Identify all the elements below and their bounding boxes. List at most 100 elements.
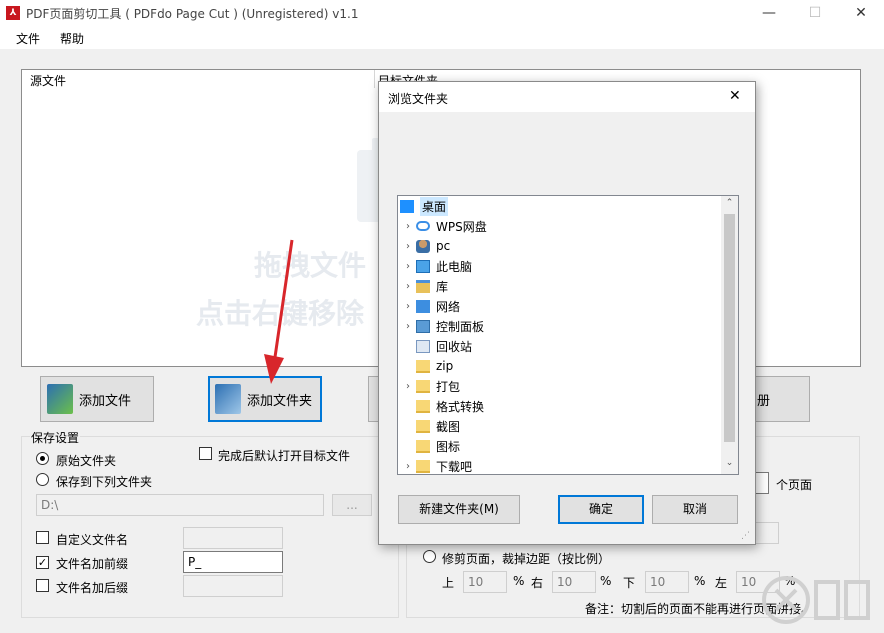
scroll-thumb[interactable] [724, 214, 735, 442]
resize-grip-icon[interactable]: ⋰ [741, 531, 750, 541]
tree-item[interactable]: › 此电脑 [398, 256, 720, 276]
network-icon [416, 299, 430, 313]
dialog-title-bar: 浏览文件夹 ✕ [379, 82, 755, 112]
site-logo-watermark [762, 576, 870, 624]
folder-tree[interactable]: 桌面 › WPS网盘 › pc › 此电脑 › 库 › 网络 › 控制面板 回收站 zip › 打包 格式转换 截图… [397, 195, 739, 475]
pages-count-field[interactable] [755, 472, 769, 494]
expand-chevron-icon[interactable]: › [400, 261, 416, 272]
column-header-source[interactable]: 源文件 [30, 72, 66, 89]
tree-item[interactable]: 图标 [398, 436, 720, 456]
tree-item[interactable]: › WPS网盘 [398, 216, 720, 236]
pages-suffix-label: 个页面 [776, 478, 813, 492]
close-button[interactable]: ✕ [838, 0, 884, 27]
folder-icon [416, 439, 430, 453]
expand-chevron-icon[interactable]: › [400, 281, 416, 292]
prefix-field[interactable]: P_ [183, 551, 283, 573]
menu-file[interactable]: 文件 [16, 30, 40, 47]
tree-item-label: 库 [436, 279, 449, 294]
dialog-title: 浏览文件夹 [388, 92, 449, 106]
custom-name-checkbox[interactable] [36, 531, 49, 547]
tree-item[interactable]: 回收站 [398, 336, 720, 356]
tree-item-label: 格式转换 [436, 399, 485, 414]
suffix-label[interactable]: 文件名加后缀 [56, 579, 128, 596]
folder-icon [416, 419, 430, 433]
trim-margins-radio[interactable] [423, 550, 436, 566]
menu-help[interactable]: 帮助 [60, 30, 84, 47]
expand-chevron-icon[interactable]: › [400, 321, 416, 332]
prefix-checkbox[interactable]: ✓ [36, 555, 49, 569]
custom-name-label[interactable]: 自定义文件名 [56, 531, 128, 548]
cut-option-field[interactable] [755, 522, 779, 544]
save-settings-title: 保存设置 [30, 429, 81, 446]
app-pdf-icon: ⅄ [6, 6, 20, 20]
folder-icon [416, 459, 430, 473]
dialog-close-icon[interactable]: ✕ [729, 88, 741, 104]
suffix-checkbox[interactable] [36, 579, 49, 595]
expand-chevron-icon[interactable]: › [400, 221, 416, 232]
open-after-checkbox[interactable] [199, 447, 212, 463]
browse-button[interactable]: ... [332, 494, 372, 516]
add-file-button[interactable]: 添加文件 [40, 376, 154, 422]
scroll-down-icon[interactable]: ⌄ [721, 458, 738, 468]
tree-item[interactable]: 格式转换 [398, 396, 720, 416]
menu-bar: 文件 帮助 [0, 27, 884, 49]
tree-item-label: 控制面板 [436, 319, 485, 334]
expand-chevron-icon[interactable]: › [400, 241, 416, 252]
ok-button[interactable]: 确定 [558, 495, 644, 524]
computer-icon [416, 259, 430, 273]
tree-item[interactable]: › 控制面板 [398, 316, 720, 336]
column-divider[interactable] [374, 70, 375, 88]
library-icon [416, 279, 430, 293]
top-percent: % [513, 574, 525, 588]
desktop-icon [400, 199, 414, 213]
radio-save-to-folder-label[interactable]: 保存到下列文件夹 [56, 473, 152, 490]
tree-item-label: 下载吧 [436, 459, 473, 474]
tree-item[interactable]: › pc [398, 236, 720, 256]
radio-original-folder[interactable] [36, 452, 49, 468]
folder-icon [416, 379, 430, 393]
right-margin-field[interactable]: 10 [552, 571, 596, 593]
tree-item[interactable]: › 库 [398, 276, 720, 296]
tree-item[interactable]: 截图 [398, 416, 720, 436]
prefix-label[interactable]: 文件名加前缀 [56, 555, 128, 572]
open-after-label[interactable]: 完成后默认打开目标文件 [218, 447, 350, 464]
expand-chevron-icon[interactable]: › [400, 381, 416, 392]
new-folder-button[interactable]: 新建文件夹(M) [398, 495, 520, 524]
suffix-field[interactable] [183, 575, 283, 597]
bottom-margin-field[interactable]: 10 [645, 571, 689, 593]
top-margin-field[interactable]: 10 [463, 571, 507, 593]
add-file-icon [47, 384, 73, 414]
tree-item-label: 截图 [436, 419, 461, 434]
red-arrow-annotation [264, 239, 294, 384]
tree-scrollbar[interactable]: ⌃ ⌄ [721, 196, 738, 474]
tree-item[interactable]: 桌面 [398, 196, 720, 216]
expand-chevron-icon[interactable]: › [400, 461, 416, 472]
browse-folder-dialog: 浏览文件夹 ✕ 桌面 › WPS网盘 › pc › 此电脑 › 库 › 网络 › 控制面板 回收站 zip ›… [378, 81, 756, 545]
minimize-button[interactable]: — [746, 0, 792, 27]
tree-item-label: 桌面 [420, 196, 449, 216]
tree-item-label: WPS网盘 [436, 219, 487, 234]
trim-margins-label[interactable]: 修剪页面，裁掉边距（按比例） [442, 550, 610, 567]
custom-name-field[interactable] [183, 527, 283, 549]
radio-save-to-folder[interactable] [36, 473, 49, 489]
left-margin-label: 左 [715, 576, 728, 590]
tree-item[interactable]: › 网络 [398, 296, 720, 316]
title-bar: ⅄ PDF页面剪切工具 ( PDFdo Page Cut ) (Unregist… [0, 0, 884, 27]
scroll-up-icon[interactable]: ⌃ [721, 198, 738, 208]
maximize-button[interactable]: ☐ [792, 0, 838, 27]
register-button[interactable]: 册 [754, 376, 810, 422]
window-title: PDF页面剪切工具 ( PDFdo Page Cut ) (Unregister… [26, 7, 359, 21]
tree-item[interactable]: › 下载吧 [398, 456, 720, 476]
expand-chevron-icon[interactable]: › [400, 301, 416, 312]
tree-item[interactable]: › 打包 [398, 376, 720, 396]
right-percent: % [600, 574, 612, 588]
add-folder-label: 添加文件夹 [247, 393, 313, 409]
output-path-field[interactable]: D:\ [36, 494, 324, 516]
radio-original-folder-label[interactable]: 原始文件夹 [56, 452, 116, 469]
top-margin-label: 上 [442, 576, 455, 590]
tree-item-label: 此电脑 [436, 259, 473, 274]
tree-item[interactable]: zip [398, 356, 720, 376]
cancel-button[interactable]: 取消 [652, 495, 738, 524]
register-label: 册 [757, 393, 771, 409]
add-file-label: 添加文件 [79, 393, 132, 409]
